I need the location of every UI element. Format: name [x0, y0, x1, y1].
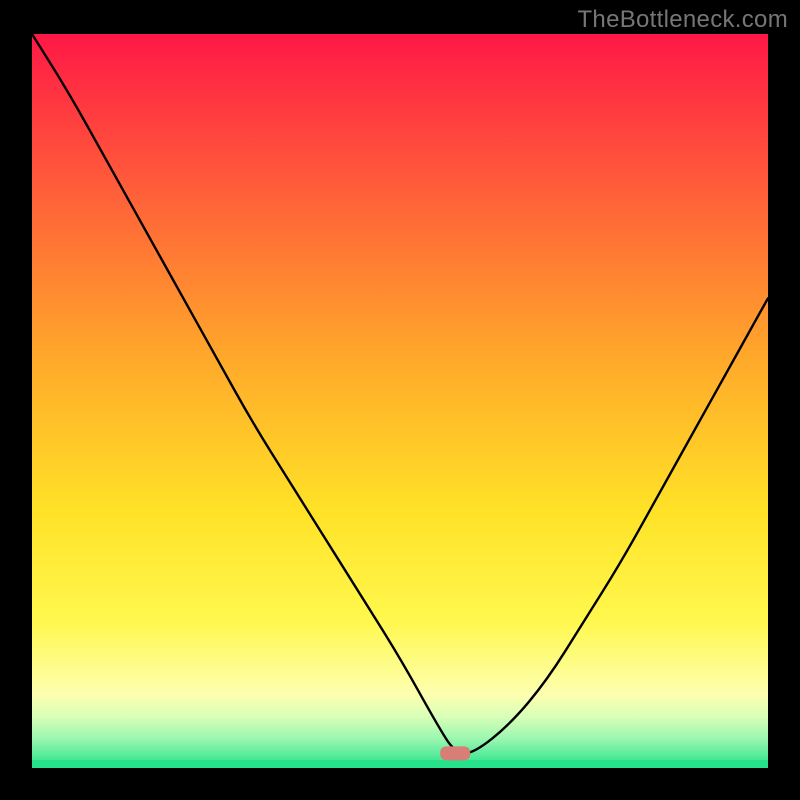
frame-right	[768, 0, 800, 800]
watermark-text: TheBottleneck.com	[577, 6, 788, 34]
frame-left	[0, 0, 32, 800]
bottom-green-band	[32, 760, 768, 768]
minimum-marker	[440, 746, 470, 760]
frame-bottom	[0, 768, 800, 800]
bottleneck-chart	[0, 0, 800, 800]
